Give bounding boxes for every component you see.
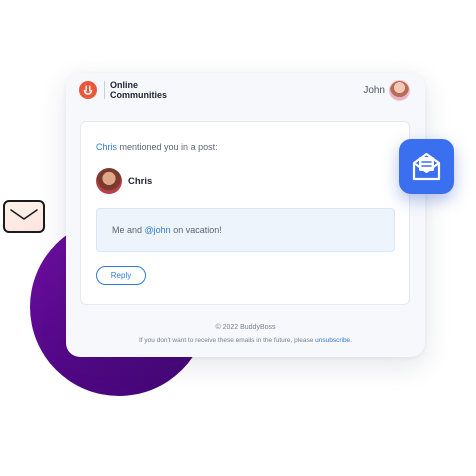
footer-copyright: © 2022 BuddyBoss (215, 324, 276, 331)
unsubscribe-prefix: If you don't want to receive these email… (139, 337, 316, 344)
user-avatar[interactable] (389, 80, 410, 101)
unsubscribe-suffix: . (350, 337, 352, 344)
author-avatar[interactable] (96, 168, 122, 194)
post-excerpt: Me and @john on vacation! (96, 208, 395, 252)
mention-link[interactable]: @john (145, 225, 171, 235)
brand-name-line1: Online (110, 80, 139, 90)
envelope-icon (3, 200, 45, 233)
footer-unsubscribe-note: If you don't want to receive these email… (66, 337, 425, 344)
notification-body: Chris mentioned you in a post: Chris Me … (80, 121, 410, 305)
brand-name-line2: Communities (110, 90, 168, 100)
logo-divider (104, 81, 105, 99)
mention-message: Chris mentioned you in a post: (96, 142, 218, 152)
post-text: Me and @john on vacation! (112, 225, 222, 235)
reply-button[interactable]: Reply (96, 266, 146, 285)
mention-text: mentioned you in a post: (117, 142, 218, 152)
unsubscribe-link[interactable]: unsubscribe (315, 337, 350, 344)
post-text-suffix: on vacation! (170, 225, 222, 235)
buddyboss-logo-icon (79, 81, 97, 99)
brand-name: Online Communities (110, 80, 167, 100)
actor-link[interactable]: Chris (96, 142, 117, 152)
email-preview-card: Online Communities John Chris mentioned … (66, 73, 425, 357)
post-text-prefix: Me and (112, 225, 145, 235)
header-user-name: John (363, 85, 385, 96)
illustration-stage: Online Communities John Chris mentioned … (0, 0, 476, 476)
open-mail-icon (399, 139, 454, 194)
author-name[interactable]: Chris (128, 176, 152, 187)
